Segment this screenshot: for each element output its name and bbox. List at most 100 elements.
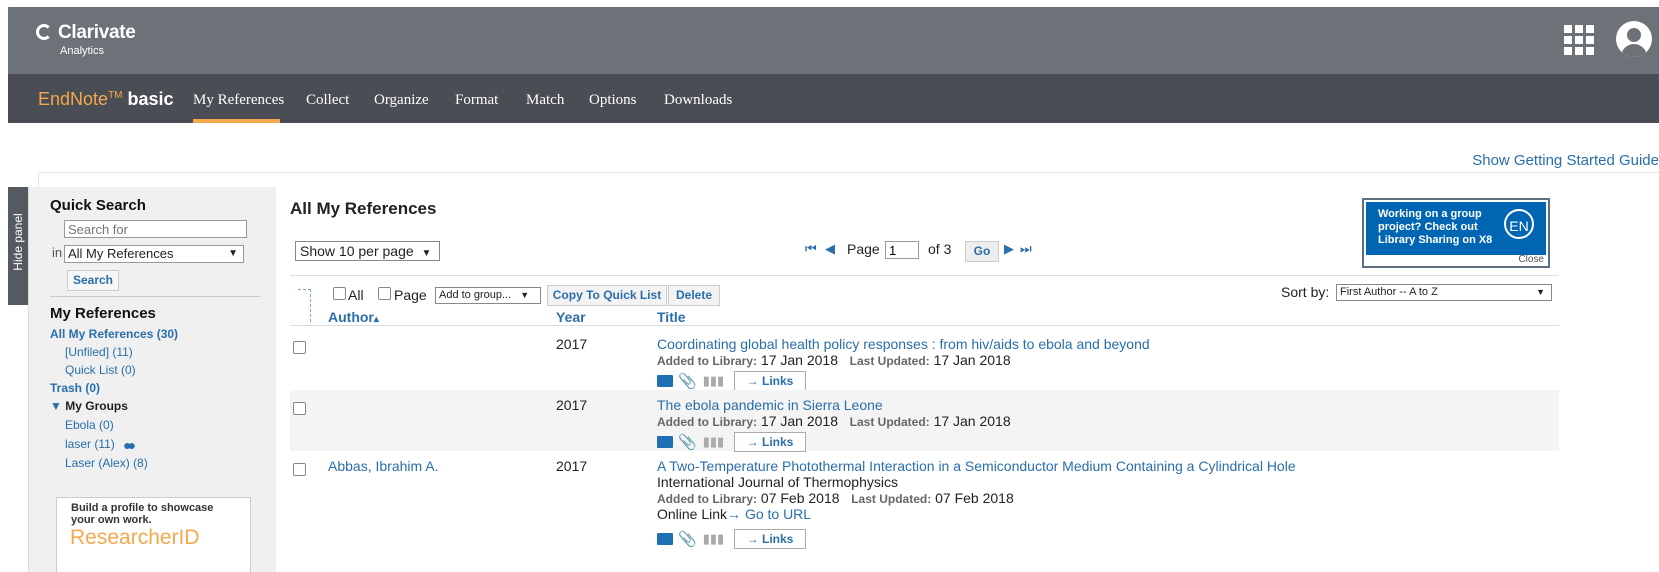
divider (290, 325, 1559, 326)
row-online-link: Online Link→ Go to URL (657, 506, 811, 522)
page-count: of 3 (928, 241, 952, 257)
nav-active-indicator (193, 119, 280, 123)
add-to-group-select[interactable]: Add to group... ▼ (435, 287, 541, 304)
brand-basic: basic (127, 89, 174, 109)
researcherid-promo[interactable]: Build a profile to showcase your own wor… (56, 497, 251, 572)
attachment-icon[interactable]: 📎 (678, 433, 697, 451)
arrow-right-icon: → (746, 374, 759, 388)
row-checkbox[interactable] (293, 463, 306, 476)
nav-format[interactable]: Format (455, 92, 498, 109)
column-header-year[interactable]: Year (556, 309, 586, 325)
added-label: Added to Library: (657, 492, 758, 506)
row-title-link[interactable]: A Two-Temperature Photothermal Interacti… (657, 458, 1296, 474)
hide-panel-tab[interactable]: Hide panel (8, 187, 28, 305)
attachment-icon[interactable]: 📎 (678, 372, 697, 390)
previous-page-icon[interactable]: ◀ (825, 241, 835, 257)
column-header-author[interactable]: Author▴ (328, 309, 379, 325)
page-title: All My References (290, 199, 437, 218)
show-getting-started-guide-link[interactable]: Show Getting Started Guide (1472, 152, 1659, 169)
bar-chart-icon[interactable]: ▮▮▮ (703, 434, 724, 450)
row-author[interactable]: Abbas, Ibrahim A. (328, 458, 439, 474)
quick-search-button[interactable]: Search (67, 270, 119, 291)
row-title-link[interactable]: Coordinating global health policy respon… (657, 336, 1150, 352)
library-sharing-banner[interactable]: Working on a group project? Check out Li… (1362, 198, 1550, 268)
my-references-heading: My References (50, 305, 156, 322)
all-my-references-link[interactable]: All My References (30) (50, 327, 178, 341)
links-button[interactable]: → Links (734, 529, 806, 549)
sort-by-select[interactable]: First Author -- A to Z ▼ (1336, 284, 1552, 301)
unfiled-link[interactable]: [Unfiled] (11) (65, 345, 133, 359)
row-title-link[interactable]: The ebola pandemic in Sierra Leone (657, 397, 883, 413)
delete-button[interactable]: Delete (668, 285, 720, 306)
quick-search-input[interactable] (64, 220, 247, 238)
brand-trademark: TM (108, 90, 123, 101)
group-laser-alex-link[interactable]: Laser (Alex) (8) (65, 456, 148, 470)
apps-grid-icon[interactable] (1564, 25, 1594, 55)
group-laser-link[interactable]: laser (11) ●● (65, 437, 136, 453)
my-groups-toggle[interactable]: ▼ My Groups (50, 399, 128, 413)
go-to-url-link[interactable]: Go to URL (745, 506, 811, 522)
bar-chart-icon[interactable]: ▮▮▮ (703, 531, 724, 547)
group-ebola-link[interactable]: Ebola (0) (65, 418, 114, 432)
bar-chart-icon[interactable]: ▮▮▮ (703, 373, 724, 389)
select-page-checkbox[interactable] (378, 287, 391, 300)
copy-to-quick-list-button[interactable]: Copy To Quick List (547, 285, 667, 306)
table-row: 2017 Coordinating global health policy r… (290, 329, 1559, 391)
folder-icon[interactable] (657, 436, 673, 449)
next-page-icon[interactable]: ▶ (1004, 241, 1014, 257)
updated-label: Last Updated: (849, 354, 930, 368)
links-button[interactable]: → Links (734, 371, 806, 391)
row-year: 2017 (556, 336, 588, 352)
links-label: Links (762, 532, 794, 546)
nav-match[interactable]: Match (526, 92, 564, 109)
banner-close-link[interactable]: Close (1518, 254, 1544, 265)
nav-organize[interactable]: Organize (374, 92, 429, 109)
nav-my-references[interactable]: My References (193, 92, 284, 109)
sort-asc-icon: ▴ (373, 314, 379, 325)
nav-downloads[interactable]: Downloads (664, 92, 732, 109)
dropdown-arrow-icon: ▼ (1536, 287, 1545, 297)
nav-options[interactable]: Options (589, 92, 637, 109)
column-header-title[interactable]: Title (657, 309, 686, 325)
select-all-checkbox[interactable] (333, 287, 346, 300)
attachment-icon[interactable]: 📎 (678, 530, 697, 548)
logo-subtitle: Analytics (60, 45, 105, 57)
row-checkbox[interactable] (293, 402, 306, 415)
row-year: 2017 (556, 397, 588, 413)
author-header-label: Author (328, 309, 374, 325)
folder-icon[interactable] (657, 533, 673, 546)
row-icons: 📎 ▮▮▮ (657, 372, 724, 390)
quick-list-link[interactable]: Quick List (0) (65, 363, 136, 377)
links-button[interactable]: → Links (734, 432, 806, 452)
per-page-select[interactable]: Show 10 per page ▼ (295, 241, 440, 261)
user-avatar-icon[interactable] (1616, 21, 1652, 57)
added-label: Added to Library: (657, 354, 758, 368)
row-checkbox[interactable] (293, 341, 306, 354)
in-label: in (52, 245, 63, 260)
researcherid-promo-text: Build a profile to showcase your own wor… (71, 502, 214, 526)
go-button[interactable]: Go (965, 241, 999, 262)
trash-link[interactable]: Trash (0) (50, 381, 100, 395)
row-dates: Added to Library: 07 Feb 2018 Last Updat… (657, 490, 1014, 506)
triangle-down-icon: ▼ (50, 399, 62, 413)
sort-by-value: First Author -- A to Z (1340, 286, 1438, 298)
dropdown-arrow-icon: ▼ (520, 290, 530, 300)
select-all-label: All (348, 287, 364, 303)
app-window: Clarivate Analytics EndNoteTM basic My R… (8, 7, 1659, 572)
endnote-brand[interactable]: EndNoteTM basic (38, 89, 174, 110)
selection-arrow-icon (298, 289, 311, 322)
shared-group-icon: ●● (123, 437, 136, 453)
updated-label: Last Updated: (849, 415, 930, 429)
select-page-label: Page (394, 287, 427, 303)
dropdown-arrow-icon: ▼ (228, 248, 238, 259)
nav-collect[interactable]: Collect (306, 92, 349, 109)
updated-date: 17 Jan 2018 (933, 413, 1011, 429)
added-date: 17 Jan 2018 (760, 413, 838, 429)
page-number-input[interactable] (885, 241, 919, 259)
table-row: 2017 The ebola pandemic in Sierra Leone … (290, 390, 1559, 452)
links-label: Links (762, 435, 794, 449)
search-scope-select[interactable]: All My References ▼ (64, 245, 244, 263)
folder-icon[interactable] (657, 375, 673, 388)
first-page-icon[interactable]: ⏮ (805, 241, 817, 257)
last-page-icon[interactable]: ⏭ (1020, 241, 1032, 257)
